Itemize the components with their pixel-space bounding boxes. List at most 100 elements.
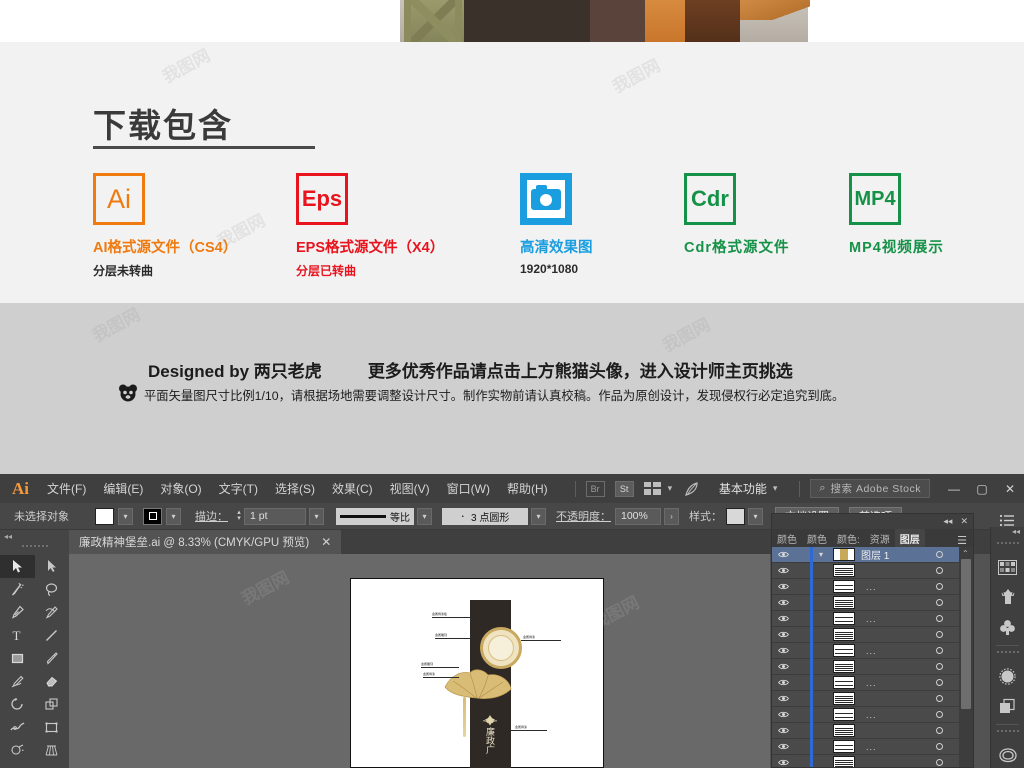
layer-target-indicator[interactable] xyxy=(936,679,943,686)
layer-visibility-eye-icon[interactable] xyxy=(772,727,794,734)
layer-visibility-eye-icon[interactable] xyxy=(772,695,794,702)
menu-window[interactable]: 窗口(W) xyxy=(447,480,490,497)
eraser-tool[interactable] xyxy=(35,670,70,693)
workspace-label[interactable]: 基本功能 xyxy=(719,480,767,497)
panel-collapse-icon[interactable]: ◂◂ xyxy=(943,516,952,527)
format-item-preview[interactable]: 高清效果图 1920*1080 xyxy=(520,173,593,276)
pen-tool[interactable] xyxy=(0,601,35,624)
brush-definition-field[interactable]: · 3 点圆形 xyxy=(442,507,528,525)
scroll-up-icon[interactable]: ⌃ xyxy=(962,549,969,558)
layer-expand-chevron-icon[interactable]: ▾ xyxy=(813,550,829,559)
artboard[interactable]: 廉政广 金属烤漆板 金属雕刻 金属烤漆 金属雕刻 金属烤漆 金属烤漆 xyxy=(350,578,604,768)
stroke-color-swatch[interactable] xyxy=(143,507,162,525)
swatches-icon[interactable] xyxy=(991,552,1024,582)
layer-target-indicator[interactable] xyxy=(936,711,943,718)
selection-tool[interactable] xyxy=(0,555,35,578)
layer-target-indicator[interactable] xyxy=(936,663,943,670)
transparency-icon[interactable] xyxy=(991,661,1024,691)
layer-row[interactable] xyxy=(772,626,959,643)
stroke-weight-stepper[interactable]: ▴ ▾ xyxy=(234,508,244,525)
maximize-button[interactable]: ▢ xyxy=(968,474,996,503)
layer-row[interactable]: ... xyxy=(772,674,959,691)
type-tool[interactable]: T xyxy=(0,624,35,647)
arrange-documents-icon[interactable] xyxy=(643,482,661,495)
layer-visibility-eye-icon[interactable] xyxy=(772,599,794,606)
layer-visibility-eye-icon[interactable] xyxy=(772,647,794,654)
layer-target-indicator[interactable] xyxy=(936,647,943,654)
menu-edit[interactable]: 编辑(E) xyxy=(103,480,143,497)
document-tab[interactable]: 廉政精神堡垒.ai @ 8.33% (CMYK/GPU 预览) ✕ xyxy=(69,530,342,554)
creative-cloud-icon[interactable] xyxy=(991,740,1024,768)
width-tool[interactable] xyxy=(0,716,35,739)
layer-target-indicator[interactable] xyxy=(936,599,943,606)
layer-visibility-eye-icon[interactable] xyxy=(772,567,794,574)
layer-row[interactable]: ▾ 图层 1 xyxy=(772,547,959,563)
rectangle-tool[interactable] xyxy=(0,647,35,670)
opacity-field[interactable]: 100% xyxy=(615,507,661,525)
stroke-profile-chevron-down-icon[interactable]: ▾ xyxy=(417,507,432,525)
minimize-button[interactable]: — xyxy=(940,474,968,503)
layer-row[interactable] xyxy=(772,562,959,579)
format-item-cdr[interactable]: Cdr Cdr格式源文件 xyxy=(684,173,789,257)
panel-tab-layers[interactable]: 图层 xyxy=(894,529,925,547)
pencil-tool[interactable] xyxy=(0,670,35,693)
layer-row[interactable]: ... xyxy=(772,610,959,627)
layer-visibility-eye-icon[interactable] xyxy=(772,631,794,638)
free-transform-tool[interactable] xyxy=(35,716,70,739)
rotate-tool[interactable] xyxy=(0,693,35,716)
layer-row[interactable]: ... xyxy=(772,738,959,755)
menu-object[interactable]: 对象(O) xyxy=(160,480,201,497)
menu-view[interactable]: 视图(V) xyxy=(390,480,430,497)
layer-visibility-eye-icon[interactable] xyxy=(772,679,794,686)
dock-collapse-icon[interactable]: ◂◂ xyxy=(991,527,1024,538)
opacity-label[interactable]: 不透明度： xyxy=(556,508,611,524)
layer-target-indicator[interactable] xyxy=(936,727,943,734)
panel-tab-color-1[interactable]: 颜色 xyxy=(772,529,802,547)
stroke-weight-chevron-down-icon[interactable]: ▾ xyxy=(309,507,324,525)
document-tab-close-icon[interactable]: ✕ xyxy=(321,535,331,549)
layer-row[interactable] xyxy=(772,658,959,675)
layer-row[interactable]: ... xyxy=(772,642,959,659)
style-chevron-down-icon[interactable]: ▾ xyxy=(748,507,763,525)
menu-file[interactable]: 文件(F) xyxy=(47,480,86,497)
layer-target-indicator[interactable] xyxy=(936,615,943,622)
shape-builder-tool[interactable] xyxy=(0,739,35,762)
layer-visibility-eye-icon[interactable] xyxy=(772,663,794,670)
scale-tool[interactable] xyxy=(35,693,70,716)
menu-help[interactable]: 帮助(H) xyxy=(507,480,548,497)
layer-visibility-eye-icon[interactable] xyxy=(772,759,794,766)
ai-canvas-area[interactable]: 廉政广 金属烤漆板 金属雕刻 金属烤漆 金属雕刻 金属烤漆 金属烤漆 我图网 我… xyxy=(69,554,770,768)
perspective-grid-tool[interactable] xyxy=(35,739,70,762)
panel-menu-icon[interactable]: ☰ xyxy=(951,534,973,547)
layers-scrollbar[interactable]: ⌃ xyxy=(959,547,973,767)
format-item-mp4[interactable]: MP4 MP4视频展示 xyxy=(849,173,944,257)
layer-row[interactable] xyxy=(772,754,959,767)
stroke-profile-field[interactable]: 等比 xyxy=(336,507,414,525)
tools-collapse-icon[interactable]: ◂◂ xyxy=(0,530,69,542)
properties-list-icon[interactable] xyxy=(996,513,1018,527)
workspace-chevron-down-icon[interactable]: ▾ xyxy=(773,483,778,494)
layer-row[interactable]: ... xyxy=(772,578,959,595)
layer-row[interactable] xyxy=(772,594,959,611)
mesh-tool[interactable] xyxy=(0,762,35,768)
gradient-tool[interactable] xyxy=(35,762,70,768)
stroke-weight-label[interactable]: 描边： xyxy=(195,508,228,524)
magic-wand-tool[interactable] xyxy=(0,578,35,601)
brush-chevron-down-icon[interactable]: ▾ xyxy=(531,507,546,525)
stock-search-input[interactable]: ⌕ 搜索 Adobe Stock xyxy=(810,479,930,498)
brushes-icon[interactable] xyxy=(991,582,1024,612)
menu-effect[interactable]: 效果(C) xyxy=(332,480,373,497)
bridge-button[interactable]: Br xyxy=(585,480,605,497)
layer-target-indicator[interactable] xyxy=(936,759,943,766)
lasso-tool[interactable] xyxy=(35,578,70,601)
layer-target-indicator[interactable] xyxy=(936,583,943,590)
layer-row[interactable] xyxy=(772,690,959,707)
opacity-expand-icon[interactable]: › xyxy=(664,507,679,525)
close-button[interactable]: ✕ xyxy=(996,474,1024,503)
scrollbar-thumb[interactable] xyxy=(961,559,971,709)
tools-drag-handle[interactable] xyxy=(21,542,48,551)
panel-tab-color-3[interactable]: 颜色: xyxy=(832,529,865,547)
stroke-weight-field[interactable]: 1 pt xyxy=(244,507,306,525)
layer-row[interactable]: ... xyxy=(772,706,959,723)
symbols-icon[interactable] xyxy=(991,612,1024,642)
